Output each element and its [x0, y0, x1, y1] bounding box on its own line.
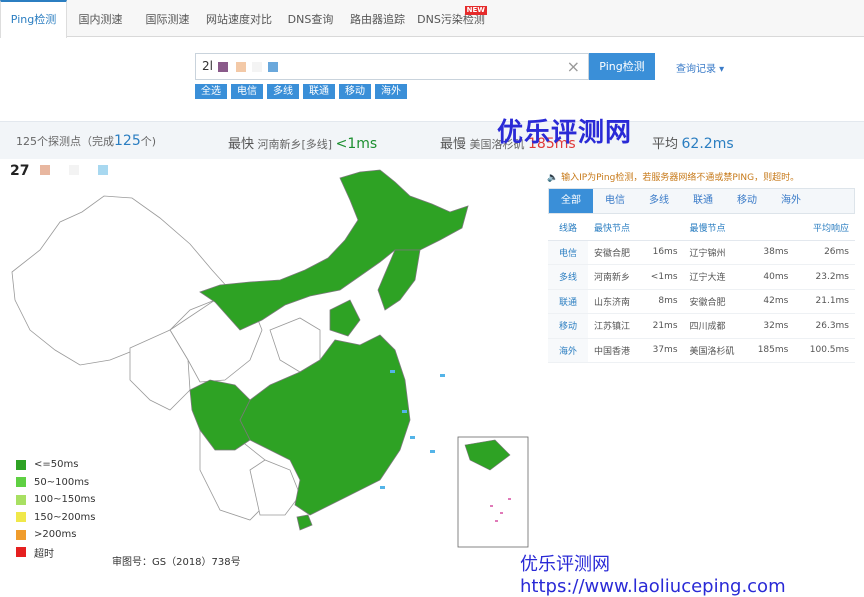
fastest-stat: 最快 河南新乡[多线] <1ms: [228, 136, 378, 152]
table-row: 多线 河南新乡 <1ms 辽宁大连 40ms 23.2ms: [548, 264, 855, 290]
speaker-icon: 🔈: [547, 173, 559, 183]
legend-item: >200ms: [16, 526, 96, 544]
probe-count: 125个探测点（完成125个): [16, 133, 157, 149]
filter-overseas[interactable]: 海外: [375, 84, 407, 99]
map-approval-number: 审图号：GS（2018）738号: [112, 557, 241, 568]
history-link[interactable]: 查询记录 ▾: [676, 60, 724, 75]
legend-item: 超时: [16, 544, 96, 562]
legend-item: 50~100ms: [16, 474, 96, 492]
legend-item: <=50ms: [16, 456, 96, 474]
filter-group: 全选 电信 多线 联通 移动 海外: [195, 84, 407, 99]
tab-site-compare[interactable]: 网站速度对比: [201, 0, 277, 37]
redaction-mask: [218, 62, 228, 72]
ping-button[interactable]: Ping检测: [589, 53, 655, 80]
filter-mobile[interactable]: 移动: [339, 84, 371, 99]
legend-item: 100~150ms: [16, 491, 96, 509]
host-input-value: 2l: [202, 59, 213, 73]
filter-telecom[interactable]: 电信: [231, 84, 263, 99]
table-row: 移动 江苏镇江 21ms 四川成都 32ms 26.3ms: [548, 313, 855, 339]
tab-label: 网站速度对比: [206, 13, 272, 26]
search-panel: 2l × Ping检测 查询记录 ▾ 全选 电信 多线 联通 移动 海外: [0, 38, 864, 118]
result-tab-overseas[interactable]: 海外: [769, 189, 813, 213]
table-row: 联通 山东济南 8ms 安徽合肥 42ms 21.1ms: [548, 289, 855, 314]
col-header: 最慢节点: [683, 216, 795, 241]
average-stat: 平均 62.2ms: [652, 136, 734, 152]
stats-bar: 125个探测点（完成125个) 最快 河南新乡[多线] <1ms 最慢 美国洛杉…: [0, 121, 864, 159]
result-table: 线路 最快节点 最慢节点 平均响应 电信 安徽合肥 16ms 辽宁锦州 38ms 26m…: [548, 216, 855, 363]
col-header: 线路: [548, 216, 588, 241]
tab-traceroute[interactable]: 路由器追踪: [344, 0, 411, 37]
legend-item: 150~200ms: [16, 509, 96, 527]
tab-dns-pollution[interactable]: DNS污染检测 NEW: [411, 0, 491, 37]
result-tab-telecom[interactable]: 电信: [593, 189, 637, 213]
tip-text: 🔈 输入IP为Ping检测，若服务器网络不通或禁PING，则超时。: [547, 173, 800, 183]
col-header: 最快节点: [588, 216, 684, 241]
filter-all[interactable]: 全选: [195, 84, 227, 99]
redaction-mask: [252, 62, 262, 72]
col-header: 平均响应: [794, 216, 855, 241]
table-row: 海外 中国香港 37ms 美国洛杉矶 185ms 100.5ms: [548, 338, 855, 363]
tab-label: DNS查询: [287, 13, 334, 26]
result-tab-multiline[interactable]: 多线: [637, 189, 681, 213]
redaction-mask: [236, 62, 246, 72]
tab-domestic-speed[interactable]: 国内测速: [67, 0, 134, 37]
tab-dns-query[interactable]: DNS查询: [277, 0, 344, 37]
filter-multiline[interactable]: 多线: [267, 84, 299, 99]
tab-label: Ping检测: [10, 13, 57, 26]
tab-ping[interactable]: Ping检测: [0, 0, 67, 38]
tab-label: 路由器追踪: [350, 13, 405, 26]
result-tab-mobile[interactable]: 移动: [725, 189, 769, 213]
south-sea-inset: [457, 436, 529, 548]
tab-label: 国际测速: [145, 13, 190, 26]
map-legend: <=50ms 50~100ms 100~150ms 150~200ms >200…: [16, 456, 96, 561]
watermark-title: 优乐评测网: [497, 118, 633, 148]
result-tabs: 全部 电信 多线 联通 移动 海外: [548, 188, 855, 214]
tab-international-speed[interactable]: 国际测速: [134, 0, 201, 37]
result-tab-unicom[interactable]: 联通: [681, 189, 725, 213]
tab-label: 国内测速: [78, 13, 123, 26]
table-row: 电信 安徽合肥 16ms 辽宁锦州 38ms 26ms: [548, 240, 855, 265]
result-tab-all[interactable]: 全部: [549, 189, 593, 213]
new-badge: NEW: [464, 6, 487, 15]
redaction-mask: [268, 62, 278, 72]
top-tab-bar: Ping检测 国内测速 国际测速 网站速度对比 DNS查询 路由器追踪 DNS污…: [0, 0, 864, 38]
filter-unicom[interactable]: 联通: [303, 84, 335, 99]
host-input[interactable]: 2l ×: [195, 53, 589, 80]
watermark-url: 优乐评测网https://www.laoliuceping.com: [520, 554, 786, 597]
clear-icon[interactable]: ×: [567, 57, 580, 76]
